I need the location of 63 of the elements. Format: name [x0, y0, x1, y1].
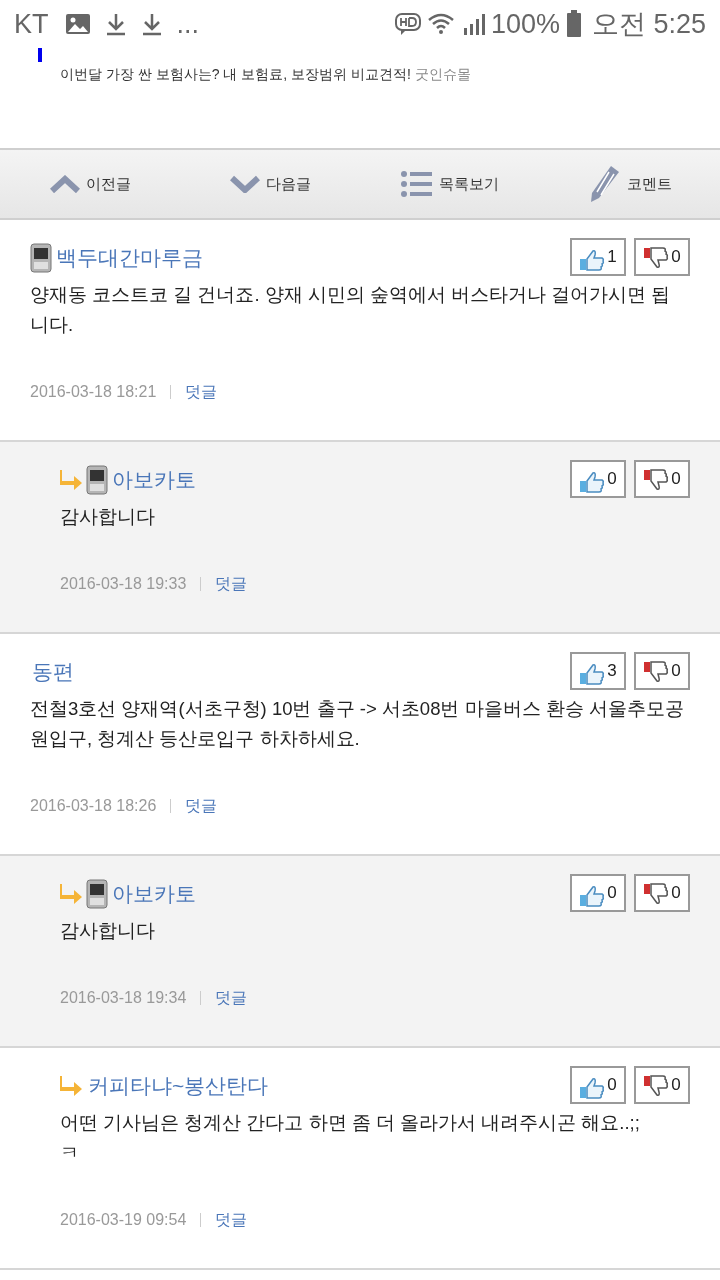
- comment-date: 2016-03-19 09:54: [60, 1210, 187, 1230]
- dislike-button[interactable]: 0: [634, 652, 690, 690]
- comment-text: 감사합니다: [60, 919, 156, 943]
- reply-link[interactable]: 덧글: [185, 380, 218, 404]
- ad-marker: [38, 48, 42, 62]
- thumbs-down-icon: [643, 246, 670, 270]
- thumbs-up-icon: [579, 470, 606, 494]
- comment-text: 전철3호선 양재역(서초구청) 10번 출구 -> 서초08번 마을버스 환승 서울추모공원입구, 청계산 등산로입구 하차하세요.: [30, 697, 685, 751]
- thumbs-up-icon: [579, 248, 606, 272]
- author-name[interactable]: 아보카토: [112, 464, 196, 496]
- nav-button[interactable]: 이전글: [0, 150, 180, 218]
- dislike-button[interactable]: 0: [634, 238, 690, 276]
- reply-link[interactable]: 덧글: [215, 572, 248, 596]
- clock-text: 오전 5:25: [591, 7, 706, 41]
- comment-date: 2016-03-18 19:34: [60, 988, 187, 1008]
- author-name[interactable]: 커피타냐~봉산탄다: [88, 1070, 269, 1102]
- comment-text: 양재동 코스트코 길 건너죠. 양재 시민의 숲역에서 버스타거나 걸어가시면 됩니다.: [30, 283, 672, 337]
- thumbs-down-icon: [643, 1074, 670, 1098]
- author-name[interactable]: 아보카토: [112, 878, 196, 910]
- like-button[interactable]: 0: [570, 874, 626, 912]
- reply-link[interactable]: 덧글: [215, 986, 248, 1010]
- comment-text: 어떤 기사님은 청계산 간다고 하면 좀 더 올라가서 내려주시곤 해요..;; ㅋ: [60, 1111, 641, 1165]
- author-name[interactable]: 백두대간마루금: [56, 242, 203, 274]
- comment-date: 2016-03-18 18:26: [30, 796, 157, 816]
- thumbs-down-icon: [643, 468, 670, 492]
- pencil-icon: [588, 164, 621, 204]
- battery-icon: [565, 10, 582, 38]
- nav-button[interactable]: 목록보기: [360, 150, 540, 218]
- dislike-button[interactable]: 0: [634, 460, 690, 498]
- thumbs-down-icon: [643, 660, 670, 684]
- battery-percent: 100%: [490, 7, 560, 41]
- author-name[interactable]: 동편: [32, 656, 74, 688]
- chevron-down-icon: [229, 175, 260, 193]
- more-text: ...: [176, 7, 200, 41]
- list-icon: [401, 170, 433, 198]
- like-button[interactable]: 3: [570, 652, 626, 690]
- thumbs-up-icon: [579, 662, 606, 686]
- nav-button[interactable]: 코멘트: [540, 150, 720, 218]
- like-button[interactable]: 0: [570, 1066, 626, 1104]
- thumbs-up-icon: [579, 884, 606, 908]
- comment-text: 감사합니다: [60, 505, 156, 529]
- like-button[interactable]: 0: [570, 460, 626, 498]
- nav-button[interactable]: 다음글: [180, 150, 360, 218]
- reply-link[interactable]: 덧글: [185, 794, 218, 818]
- chevron-up-icon: [49, 175, 80, 193]
- like-button[interactable]: 1: [570, 238, 626, 276]
- reply-arrow-icon: [60, 883, 84, 905]
- reply-link[interactable]: 덧글: [215, 1208, 248, 1232]
- thumbs-down-icon: [643, 882, 670, 906]
- reply-arrow-icon: [60, 1075, 84, 1097]
- thumbs-up-icon: [579, 1076, 606, 1100]
- signal-icon: [462, 12, 485, 36]
- download-icon: [104, 12, 127, 36]
- comment-date: 2016-03-18 18:21: [30, 382, 157, 402]
- download-icon: [140, 12, 163, 36]
- dislike-button[interactable]: 0: [634, 1066, 690, 1104]
- hd-icon: [394, 12, 421, 36]
- carrier-text: KT: [14, 7, 49, 41]
- ad-text[interactable]: 이번달 가장 싼 보험사는? 내 보험료, 보장범위 비교견적! 굿인슈몰: [60, 64, 471, 85]
- dislike-button[interactable]: 0: [634, 874, 690, 912]
- comment-date: 2016-03-18 19:33: [60, 574, 187, 594]
- image-icon: [64, 13, 91, 35]
- reply-arrow-icon: [60, 469, 84, 491]
